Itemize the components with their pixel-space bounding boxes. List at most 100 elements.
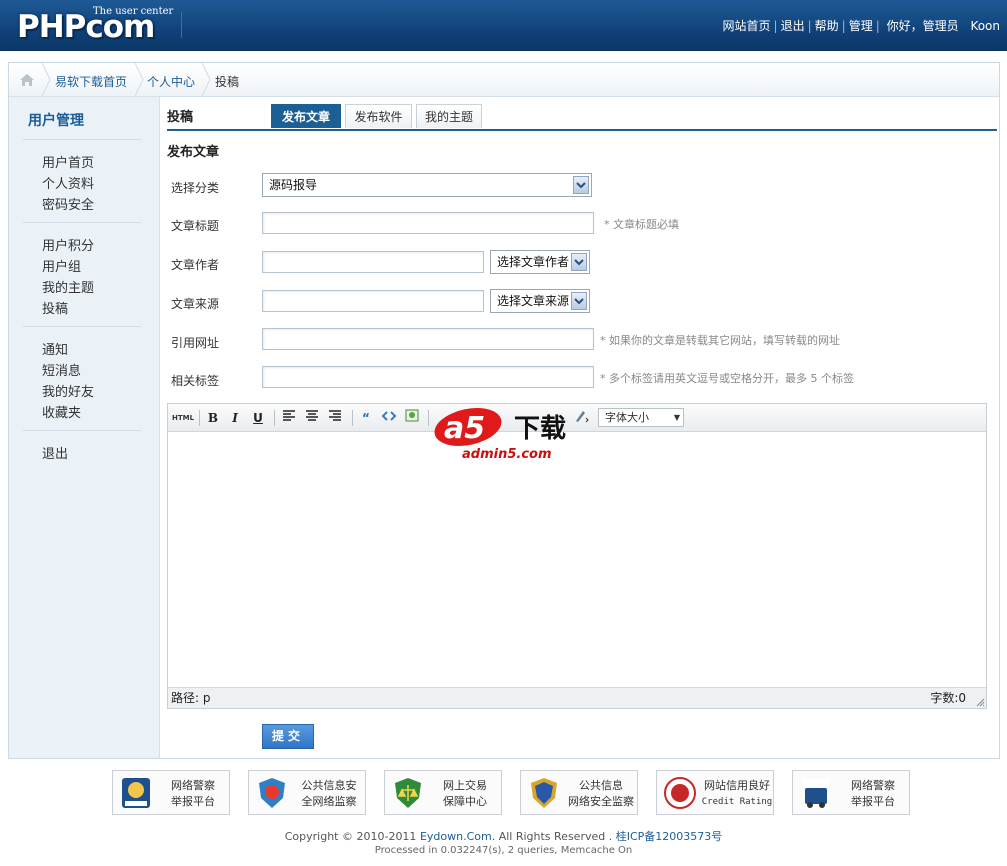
- font-size-select[interactable]: 字体大小 ▼: [598, 408, 684, 427]
- source-select[interactable]: 选择文章来源: [490, 289, 590, 313]
- title-input[interactable]: [262, 212, 594, 234]
- title-label: 文章标题: [171, 219, 220, 233]
- badge-line2: Credit Rating: [701, 797, 773, 807]
- breadcrumb-current: 投稿: [215, 75, 240, 89]
- sidebar: 用户管理 用户首页 个人资料 密码安全 用户积分 用户组 我的主题 投稿 通知 …: [9, 97, 160, 758]
- author-input[interactable]: [262, 251, 484, 273]
- copyright-site-link[interactable]: Eydown.Com: [420, 830, 492, 843]
- sidebar-item-notifications[interactable]: 通知: [42, 339, 68, 358]
- chevron-down-icon[interactable]: [571, 292, 587, 310]
- bold-button[interactable]: B: [205, 409, 221, 427]
- badge-line2: 保障中心: [443, 795, 487, 808]
- tags-label: 相关标签: [171, 374, 220, 388]
- category-select[interactable]: 源码报导: [262, 173, 592, 197]
- sidebar-item-profile[interactable]: 个人资料: [42, 173, 94, 192]
- username-link[interactable]: Koon: [970, 19, 1000, 33]
- editor-path: 路径: p: [171, 691, 211, 705]
- editor-body[interactable]: [168, 432, 986, 688]
- home-icon[interactable]: [9, 63, 43, 96]
- tags-input[interactable]: [262, 366, 594, 388]
- font-size-label: 字体大小: [605, 411, 649, 424]
- breadcrumb-home-link[interactable]: 易软下载首页: [55, 75, 127, 89]
- police-car-icon: [799, 776, 833, 810]
- copyright-mid: . All Rights Reserved .: [491, 830, 616, 843]
- nav-admin-link[interactable]: 管理: [849, 19, 873, 33]
- author-select[interactable]: 选择文章作者: [490, 250, 590, 274]
- badge-online-trade[interactable]: 网上交易 保障中心: [384, 770, 502, 815]
- sidebar-item-logout[interactable]: 退出: [42, 443, 68, 462]
- link-icon[interactable]: [380, 409, 398, 427]
- category-selected: 源码报导: [269, 178, 318, 192]
- tab-publish-software[interactable]: 发布软件: [345, 104, 412, 128]
- editor-statusbar: 路径: p 字数:0: [168, 687, 986, 708]
- sidebar-divider: [23, 139, 141, 140]
- url-label: 引用网址: [171, 336, 220, 350]
- sidebar-item-user-home[interactable]: 用户首页: [42, 152, 94, 171]
- breadcrumb-usercenter-link[interactable]: 个人中心: [147, 75, 195, 89]
- badge-line1: 网络警察: [851, 779, 895, 792]
- italic-button[interactable]: I: [227, 409, 243, 427]
- scales-icon: [391, 776, 425, 810]
- underline-button[interactable]: U: [250, 409, 266, 427]
- align-right-icon[interactable]: [327, 409, 343, 427]
- watermark-label: 下载: [514, 414, 566, 444]
- badge-line1: 公共信息: [579, 779, 623, 792]
- align-left-icon[interactable]: [281, 409, 297, 427]
- nav-logout-link[interactable]: 退出: [781, 19, 805, 33]
- badge-network-security[interactable]: 公共信息 网络安全监察: [520, 770, 638, 815]
- processed-info: Processed in 0.032247(s), 2 queries, Mem…: [374, 845, 633, 856]
- html-source-button[interactable]: HTML: [172, 409, 194, 427]
- tab-publish-article[interactable]: 发布文章: [271, 104, 341, 128]
- copyright: Copyright © 2010-2011 Eydown.Com. All Ri…: [0, 828, 1007, 844]
- sidebar-divider: [23, 222, 141, 223]
- badge-line2: 举报平台: [851, 795, 895, 808]
- icp-link[interactable]: 桂ICP备12003573号: [616, 830, 723, 843]
- badge-cyber-police-report[interactable]: 网络警察 举报平台: [112, 770, 230, 815]
- sidebar-item-messages[interactable]: 短消息: [42, 360, 81, 379]
- author-select-label: 选择文章作者: [497, 255, 570, 269]
- image-icon[interactable]: [404, 409, 420, 427]
- source-label: 文章来源: [171, 297, 220, 311]
- sidebar-item-points[interactable]: 用户积分: [42, 235, 94, 254]
- sidebar-item-password[interactable]: 密码安全: [42, 194, 94, 213]
- url-hint: * 如果你的文章是转载其它网站，填写转载的网址: [600, 334, 840, 347]
- form-title: 发布文章: [167, 145, 220, 160]
- title-hint: * 文章标题必填: [604, 218, 679, 231]
- submit-button[interactable]: 提交: [262, 724, 314, 749]
- police-icon: [119, 776, 153, 810]
- sidebar-item-usergroup[interactable]: 用户组: [42, 256, 81, 275]
- nav-help-link[interactable]: 帮助: [815, 19, 839, 33]
- badge-line1: 网站信用良好: [704, 779, 770, 792]
- nav-home-link[interactable]: 网站首页: [723, 19, 771, 33]
- url-input[interactable]: [262, 328, 594, 350]
- badge-report-platform[interactable]: 网络警察 举报平台: [792, 770, 910, 815]
- logo-text: PHPcom: [17, 9, 155, 45]
- sidebar-item-friends[interactable]: 我的好友: [42, 381, 94, 400]
- section-title: 投稿: [167, 110, 194, 125]
- category-label: 选择分类: [171, 181, 220, 195]
- sidebar-divider: [23, 326, 141, 327]
- quote-icon[interactable]: “: [358, 409, 374, 427]
- sidebar-item-my-topics[interactable]: 我的主题: [42, 277, 94, 296]
- top-header: The user center PHPcom 网站首页 | 退出 | 帮助 | 管理 | 你好…: [0, 0, 1007, 51]
- sidebar-item-submit[interactable]: 投稿: [42, 298, 68, 317]
- tab-my-topics[interactable]: 我的主题: [416, 104, 482, 128]
- watermark-domain: admin5.com: [462, 447, 552, 462]
- badge-line1: 网上交易: [443, 779, 487, 792]
- align-center-icon[interactable]: [304, 409, 320, 427]
- watermark-logo: a5 下载 admin5.com: [430, 401, 585, 463]
- chevron-down-icon[interactable]: [571, 253, 587, 271]
- top-nav: 网站首页 | 退出 | 帮助 | 管理 | 你好，管理员 Koon: [722, 19, 1000, 33]
- sidebar-item-favorites[interactable]: 收藏夹: [42, 402, 81, 421]
- chevron-down-icon[interactable]: [573, 176, 589, 194]
- chevron-down-icon: ▼: [673, 413, 680, 422]
- greeting: 你好，管理员: [886, 19, 959, 33]
- author-label: 文章作者: [171, 258, 220, 272]
- resize-handle-icon[interactable]: [975, 697, 985, 707]
- tab-underline: [167, 129, 997, 131]
- badge-credit-rating[interactable]: 网站信用良好 Credit Rating: [656, 770, 774, 815]
- badge-line1: 公共信息安: [301, 779, 357, 792]
- source-input[interactable]: [262, 290, 484, 312]
- badge-public-info-security[interactable]: 公共信息安 全网络监察: [248, 770, 366, 815]
- copyright-prefix: Copyright © 2010-2011: [284, 830, 420, 843]
